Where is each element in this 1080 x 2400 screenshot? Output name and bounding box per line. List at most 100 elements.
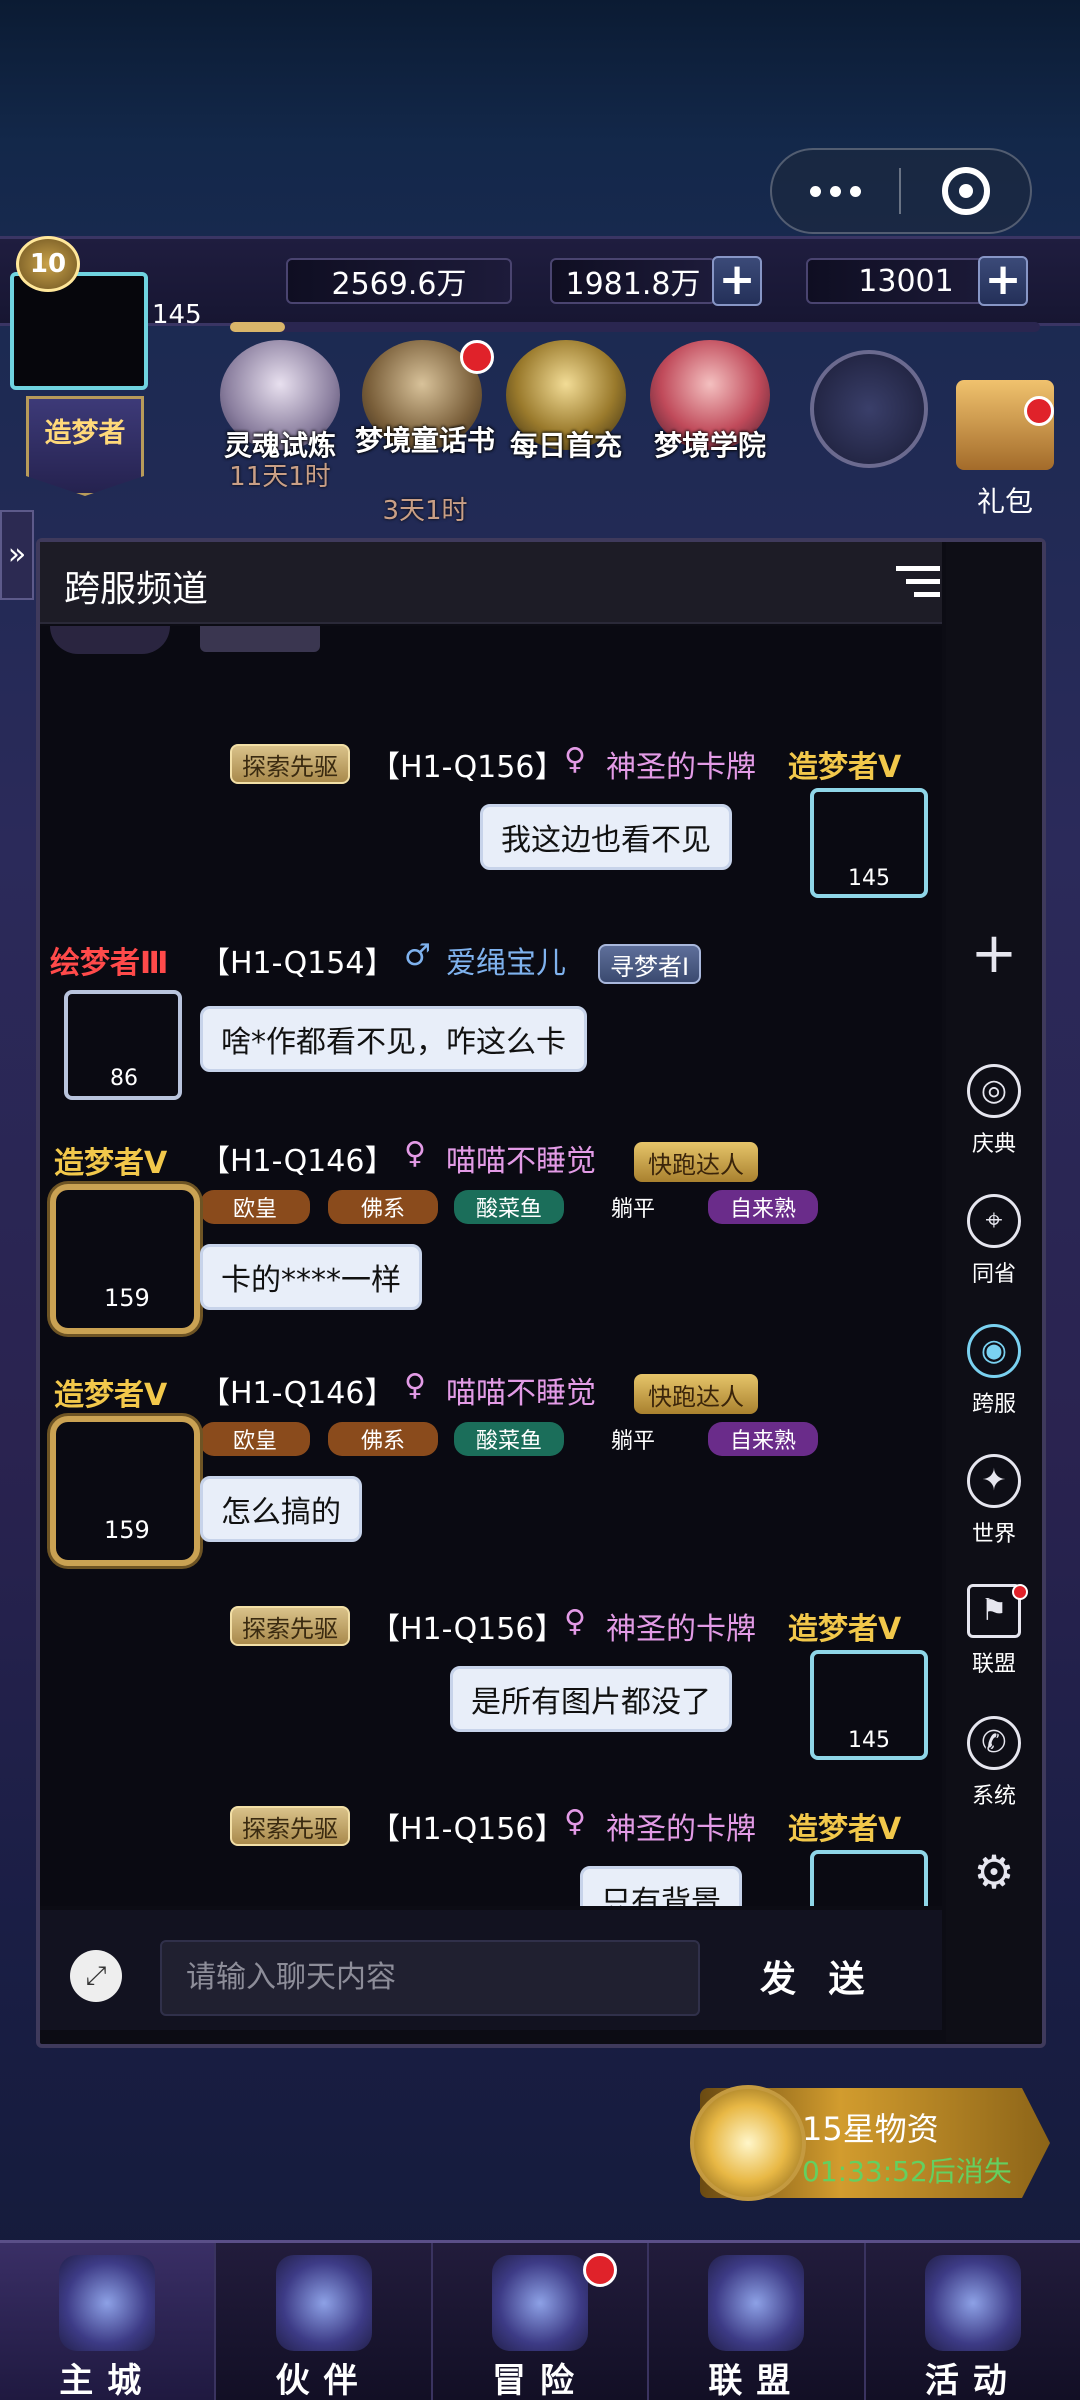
bottom-nav: 主城 伙伴 冒险 联盟 活动 [0, 2240, 1080, 2400]
nav-activities[interactable]: 活动 [866, 2243, 1080, 2400]
player-name[interactable]: 喵喵不睡觉 [446, 1136, 596, 1180]
avatar-frame[interactable] [810, 1850, 928, 1906]
exp-bar [230, 322, 1040, 332]
side-item-label: 同省 [971, 1262, 1016, 1287]
side-item-alliance[interactable]: ⚑ 联盟 [946, 1584, 1042, 1678]
avatar-frame[interactable]: 159 [50, 1416, 200, 1566]
target-icon [941, 167, 990, 215]
rank-badge: 造梦者Ⅴ [788, 1812, 902, 1847]
side-item-system[interactable]: ✆ 系统 [946, 1716, 1042, 1810]
player-name[interactable]: 爱绳宝儿 [446, 938, 566, 982]
personality-chip: 酸菜鱼 [454, 1190, 564, 1224]
title-tag: 探索先驱 [230, 1806, 350, 1846]
message-bubble[interactable]: 卡的****一样 [200, 1244, 422, 1310]
rank-badge: 造梦者Ⅴ [54, 1378, 168, 1413]
compass-icon: ✦ [967, 1454, 1021, 1508]
personality-chip: 欧皇 [200, 1190, 310, 1224]
gender-icon: ♀ [564, 1604, 586, 1639]
nav-label: 活动 [924, 2361, 1021, 2400]
personality-chip: 酸菜鱼 [454, 1422, 564, 1456]
add-resource-2-button[interactable]: + [712, 256, 762, 306]
personality-chip: 躺平 [610, 1197, 655, 1222]
message-bubble[interactable]: 我这边也看不见 [480, 804, 732, 870]
gender-icon: ♀ [564, 1804, 586, 1839]
gender-icon: ♀ [404, 1368, 426, 1403]
more-button[interactable] [772, 150, 899, 232]
close-button[interactable] [901, 167, 1030, 215]
activity-time: 3天1时 [382, 496, 468, 526]
megaphone-icon: ✆ [967, 1716, 1021, 1770]
side-item-celebration[interactable]: ◎ 庆典 [946, 1064, 1042, 1158]
nav-main-city[interactable]: 主城 [0, 2243, 217, 2400]
chat-input[interactable]: 请输入聊天内容 [160, 1940, 700, 2016]
message-bubble[interactable]: 啥*作都看不见，咋这么卡 [200, 1006, 587, 1072]
game-screen: { "header":{"level":"10","avatar_value":… [0, 0, 1080, 2400]
player-name[interactable]: 喵喵不睡觉 [446, 1368, 596, 1412]
server-id: 【H1-Q156】 [370, 1812, 565, 1847]
message-bubble[interactable]: 是所有图片都没了 [450, 1666, 732, 1732]
menu-icon[interactable] [896, 566, 940, 602]
title-tag: 寻梦者Ⅰ [598, 944, 702, 984]
rank-badge: 造梦者Ⅴ [788, 750, 902, 785]
expand-icon[interactable]: ⤢ [70, 1950, 122, 2002]
personality-chip: 躺平 [610, 1429, 655, 1454]
side-settings-button[interactable]: ⚙ [946, 1848, 1042, 1910]
message-bubble[interactable]: 只有背景 [580, 1866, 742, 1906]
rank-badge: 造梦者Ⅴ [54, 1146, 168, 1181]
server-id: 【H1-Q146】 [200, 1376, 395, 1411]
personality-chip: 佛系 [328, 1422, 438, 1456]
nav-alliance[interactable]: 联盟 [649, 2243, 866, 2400]
expand-activities-button[interactable] [810, 350, 928, 468]
event-title: 15星物资 [802, 2110, 939, 2148]
activity-time: 11天1时 [229, 462, 331, 492]
avatar-frame[interactable]: 86 [64, 990, 182, 1100]
notification-dot [1012, 1584, 1028, 1600]
side-item-label: 系统 [971, 1784, 1016, 1809]
chat-title: 跨服频道 [64, 569, 209, 610]
send-button[interactable]: 发 送 [760, 1950, 875, 2002]
cards-icon [924, 2255, 1021, 2351]
activity-label: 梦境学院 [653, 429, 766, 462]
nav-label: 冒险 [492, 2361, 589, 2400]
side-item-province[interactable]: ⌖ 同省 [946, 1194, 1042, 1288]
nav-adventure[interactable]: 冒险 [433, 2243, 650, 2400]
avatar-frame[interactable]: 145 [810, 1650, 928, 1760]
rank-badge: 造梦者Ⅴ [788, 1612, 902, 1647]
frame-value: 86 [110, 1066, 138, 1091]
player-name[interactable]: 神圣的卡牌 [606, 1804, 756, 1848]
plus-icon: + [970, 921, 1018, 986]
personality-chip: 自来熟 [708, 1190, 818, 1224]
add-resource-3-button[interactable]: + [978, 256, 1028, 306]
message-bubble[interactable]: 怎么搞的 [200, 1476, 362, 1542]
server-id: 【H1-Q154】 [200, 946, 395, 981]
resource-1: 2569.6万 [286, 258, 512, 304]
avatar-frame[interactable]: 159 [50, 1184, 200, 1334]
side-add-button[interactable]: + [946, 921, 1042, 992]
location-icon: ⌖ [967, 1194, 1021, 1248]
personality-chip: 佛系 [328, 1190, 438, 1224]
player-level: 10 [16, 236, 80, 292]
side-item-cross-server[interactable]: ◉ 跨服 [946, 1324, 1042, 1418]
side-item-label: 庆典 [971, 1132, 1016, 1157]
frame-value: 145 [848, 1728, 890, 1753]
player-name[interactable]: 神圣的卡牌 [606, 1604, 756, 1648]
server-id: 【H1-Q146】 [200, 1144, 395, 1179]
avatar-frame[interactable]: 145 [810, 788, 928, 898]
resource-2: 1981.8万 [550, 258, 716, 304]
nav-partners[interactable]: 伙伴 [216, 2243, 433, 2400]
activity-label: 梦境童话书 [354, 424, 495, 457]
miniprogram-capsule [770, 148, 1032, 234]
rank-badge: 绘梦者Ⅲ [50, 946, 169, 981]
hat-icon [275, 2255, 372, 2351]
personality-chip: 欧皇 [200, 1422, 310, 1456]
chat-message-list[interactable]: 探索先驱 【H1-Q156】 ♀ 神圣的卡牌 造梦者Ⅴ 我这边也看不见 145 … [40, 626, 942, 1906]
side-item-world[interactable]: ✦ 世界 [946, 1454, 1042, 1548]
expand-arrow-icon[interactable]: » [0, 510, 34, 600]
avatar-value: 145 [152, 300, 202, 330]
gender-icon: ♀ [404, 1136, 426, 1171]
dreamer-title-badge[interactable]: 造梦者 [26, 396, 144, 496]
personality-chip: 自来熟 [708, 1422, 818, 1456]
server-id: 【H1-Q156】 [370, 1612, 565, 1647]
player-name[interactable]: 神圣的卡牌 [606, 742, 756, 786]
player-avatar[interactable] [10, 272, 148, 390]
